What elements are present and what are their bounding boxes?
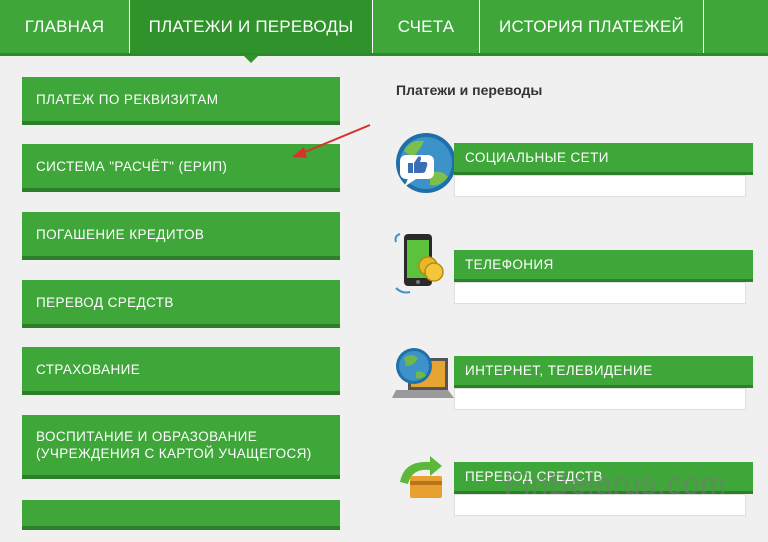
tab-more[interactable]: [704, 0, 768, 53]
category-telephony[interactable]: ТЕЛЕФОНИЯ: [390, 233, 754, 330]
phone-icon: [394, 233, 444, 294]
category-subpanel: [454, 175, 746, 197]
tab-payment-history[interactable]: ИСТОРИЯ ПЛАТЕЖЕЙ: [480, 0, 704, 53]
menu-item-loan-repayment[interactable]: ПОГАШЕНИЕ КРЕДИТОВ: [22, 212, 340, 260]
menu-item-funds-transfer[interactable]: ПЕРЕВОД СРЕДСТВ: [22, 280, 340, 328]
watermark: FinBelarus.com: [504, 466, 727, 501]
menu-item-partial[interactable]: [22, 500, 340, 530]
category-bar[interactable]: ИНТЕРНЕТ, ТЕЛЕВИДЕНИЕ: [454, 356, 753, 388]
tab-payments-transfers[interactable]: ПЛАТЕЖИ И ПЕРЕВОДЫ: [130, 0, 373, 63]
menu-item-insurance[interactable]: СТРАХОВАНИЕ: [22, 347, 340, 395]
menu-item-payment-by-details[interactable]: ПЛАТЕЖ ПО РЕКВИЗИТАМ: [22, 77, 340, 125]
category-internet-tv[interactable]: ИНТЕРНЕТ, ТЕЛЕВИДЕНИЕ: [390, 348, 754, 436]
social-networks-icon: [396, 133, 456, 193]
top-navigation: ГЛАВНАЯ ПЛАТЕЖИ И ПЕРЕВОДЫ СЧЕТА ИСТОРИЯ…: [0, 0, 768, 63]
category-bar[interactable]: СОЦИАЛЬНЫЕ СЕТИ: [454, 143, 753, 175]
menu-item-erip[interactable]: СИСТЕМА "РАСЧЁТ" (ЕРИП): [22, 144, 340, 192]
internet-tv-icon: [392, 348, 454, 398]
category-bar[interactable]: ТЕЛЕФОНИЯ: [454, 250, 753, 282]
section-title: Платежи и переводы: [396, 82, 543, 98]
category-subpanel: [454, 282, 746, 304]
category-social-networks[interactable]: СОЦИАЛЬНЫЕ СЕТИ: [390, 133, 754, 223]
tab-accounts[interactable]: СЧЕТА: [373, 0, 480, 53]
tab-main[interactable]: ГЛАВНАЯ: [0, 0, 130, 53]
category-subpanel: [454, 388, 746, 410]
menu-item-education[interactable]: ВОСПИТАНИЕ И ОБРАЗОВАНИЕ (УЧРЕЖДЕНИЯ С К…: [22, 415, 340, 479]
